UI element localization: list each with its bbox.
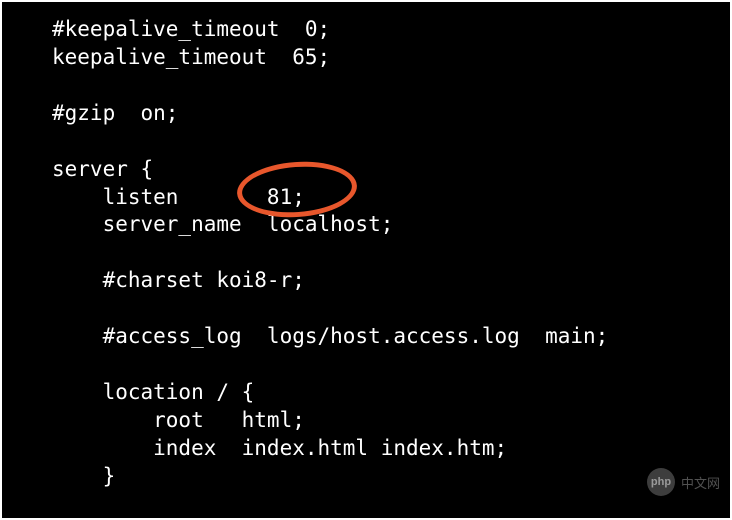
config-code: #keepalive_timeout 0; keepalive_timeout … <box>52 17 608 488</box>
watermark: php 中文网 <box>647 468 720 496</box>
watermark-label: 中文网 <box>681 473 720 492</box>
php-logo-icon: php <box>647 468 675 496</box>
terminal-viewport: #keepalive_timeout 0; keepalive_timeout … <box>2 2 730 518</box>
